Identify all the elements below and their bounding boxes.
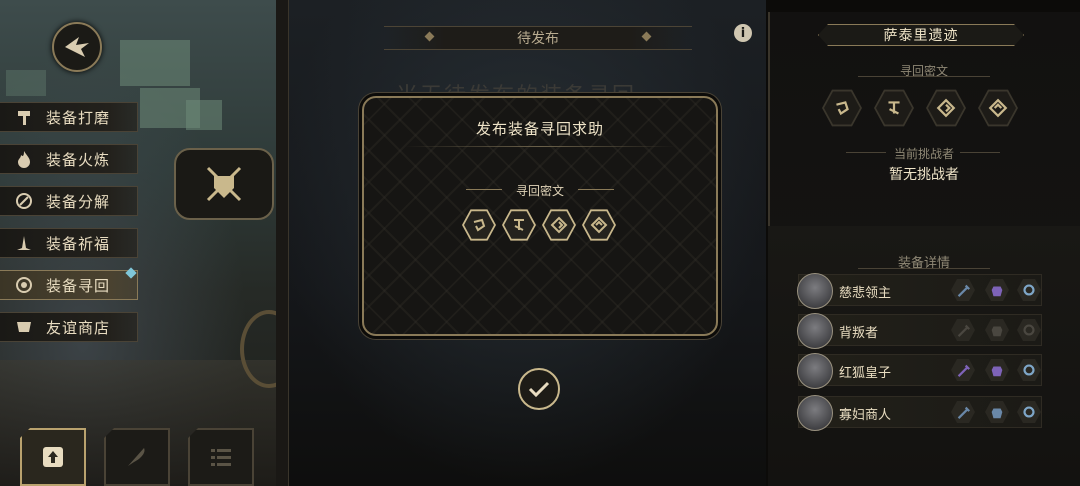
rune-3-icon[interactable] bbox=[542, 208, 576, 242]
rune-2-icon bbox=[874, 88, 914, 128]
equip-row[interactable]: 寡妇商人 bbox=[797, 395, 1042, 431]
equip-row[interactable]: 慈悲领主 bbox=[797, 273, 1042, 309]
quill-icon bbox=[128, 448, 145, 466]
hammer-icon bbox=[10, 106, 38, 128]
confirm-button[interactable] bbox=[518, 368, 560, 410]
menu-item-shop[interactable]: 友谊商店 bbox=[0, 312, 138, 342]
back-button[interactable] bbox=[52, 22, 102, 72]
tab-pending[interactable]: 待发布 bbox=[384, 26, 692, 50]
equip-row[interactable]: 红狐皇子 bbox=[797, 353, 1042, 389]
back-arrow-icon bbox=[65, 37, 89, 57]
list-icon bbox=[211, 449, 231, 466]
avatar bbox=[797, 353, 833, 389]
location-title: 萨泰里遗迹 bbox=[818, 24, 1024, 46]
armor-icon[interactable] bbox=[985, 400, 1009, 424]
ring-icon[interactable] bbox=[1017, 318, 1041, 342]
sword-icon[interactable] bbox=[951, 278, 975, 302]
menu-item-label: 装备祈福 bbox=[46, 234, 111, 253]
armor-icon[interactable] bbox=[985, 318, 1009, 342]
menu-item-label: 装备寻回 bbox=[46, 276, 111, 295]
ornament bbox=[424, 31, 435, 42]
avatar bbox=[797, 395, 833, 431]
shop-icon bbox=[10, 316, 38, 338]
section-label-challenger: 当前挑战者 bbox=[893, 147, 954, 161]
avatar bbox=[797, 313, 833, 349]
shield-swords-icon bbox=[206, 166, 242, 202]
divider bbox=[960, 152, 1000, 153]
equip-owner-name: 寡妇商人 bbox=[839, 408, 892, 423]
checkmark-icon bbox=[528, 381, 550, 398]
divider bbox=[404, 146, 676, 147]
rune-2-icon[interactable] bbox=[502, 208, 536, 242]
dialog-title: 发布装备寻回求助 bbox=[475, 120, 604, 138]
armor-icon[interactable] bbox=[985, 358, 1009, 382]
flame-icon bbox=[10, 148, 38, 170]
rune-3-icon bbox=[926, 88, 966, 128]
equip-row[interactable]: 背叛者 bbox=[797, 313, 1042, 349]
avatar bbox=[797, 273, 833, 309]
equip-owner-name: 背叛者 bbox=[839, 326, 879, 341]
pray-icon bbox=[10, 232, 38, 254]
info-icon[interactable]: i bbox=[734, 24, 752, 42]
tab-list[interactable] bbox=[188, 428, 254, 486]
tab-pending-label: 待发布 bbox=[517, 31, 559, 47]
disassemble-icon bbox=[10, 190, 38, 212]
divider bbox=[858, 76, 990, 77]
cipher-label: 寻回密文 bbox=[515, 184, 564, 198]
notification-dot bbox=[125, 267, 137, 279]
menu-item-label: 装备打磨 bbox=[46, 108, 111, 127]
menu-item-retrieve[interactable]: 装备寻回 bbox=[0, 267, 138, 300]
upload-icon bbox=[43, 447, 63, 467]
equip-owner-name: 慈悲领主 bbox=[839, 286, 892, 301]
divider-left bbox=[276, 0, 289, 486]
menu-item-label: 装备火炼 bbox=[46, 150, 111, 169]
rune-4-icon bbox=[978, 88, 1018, 128]
menu-item-forge[interactable]: 装备火炼 bbox=[0, 144, 138, 174]
ring-icon[interactable] bbox=[1017, 358, 1041, 382]
divider bbox=[858, 268, 990, 269]
rune-1-icon[interactable] bbox=[462, 208, 496, 242]
menu-item-label: 友谊商店 bbox=[46, 318, 111, 337]
menu-item-polish[interactable]: 装备打磨 bbox=[0, 102, 138, 132]
shield-badge bbox=[174, 148, 274, 220]
sword-icon[interactable] bbox=[951, 318, 975, 342]
target-icon bbox=[10, 274, 38, 296]
divider bbox=[578, 189, 614, 190]
tab-publish[interactable] bbox=[20, 428, 86, 486]
sword-icon[interactable] bbox=[951, 400, 975, 424]
menu-item-label: 装备分解 bbox=[46, 192, 111, 211]
ring-icon[interactable] bbox=[1017, 400, 1041, 424]
ring-icon[interactable] bbox=[1017, 278, 1041, 302]
menu-item-disassemble[interactable]: 装备分解 bbox=[0, 186, 138, 216]
equip-owner-name: 红狐皇子 bbox=[839, 366, 892, 381]
ornament bbox=[641, 31, 652, 42]
armor-icon[interactable] bbox=[985, 278, 1009, 302]
publish-dialog: 发布装备寻回求助 寻回密文 bbox=[362, 96, 718, 336]
tab-quill[interactable] bbox=[104, 428, 170, 486]
rune-4-icon[interactable] bbox=[582, 208, 616, 242]
sword-icon[interactable] bbox=[951, 358, 975, 382]
menu-item-pray[interactable]: 装备祈福 bbox=[0, 228, 138, 258]
rune-1-icon bbox=[822, 88, 862, 128]
challenger-value: 暂无挑战者 bbox=[889, 167, 959, 183]
